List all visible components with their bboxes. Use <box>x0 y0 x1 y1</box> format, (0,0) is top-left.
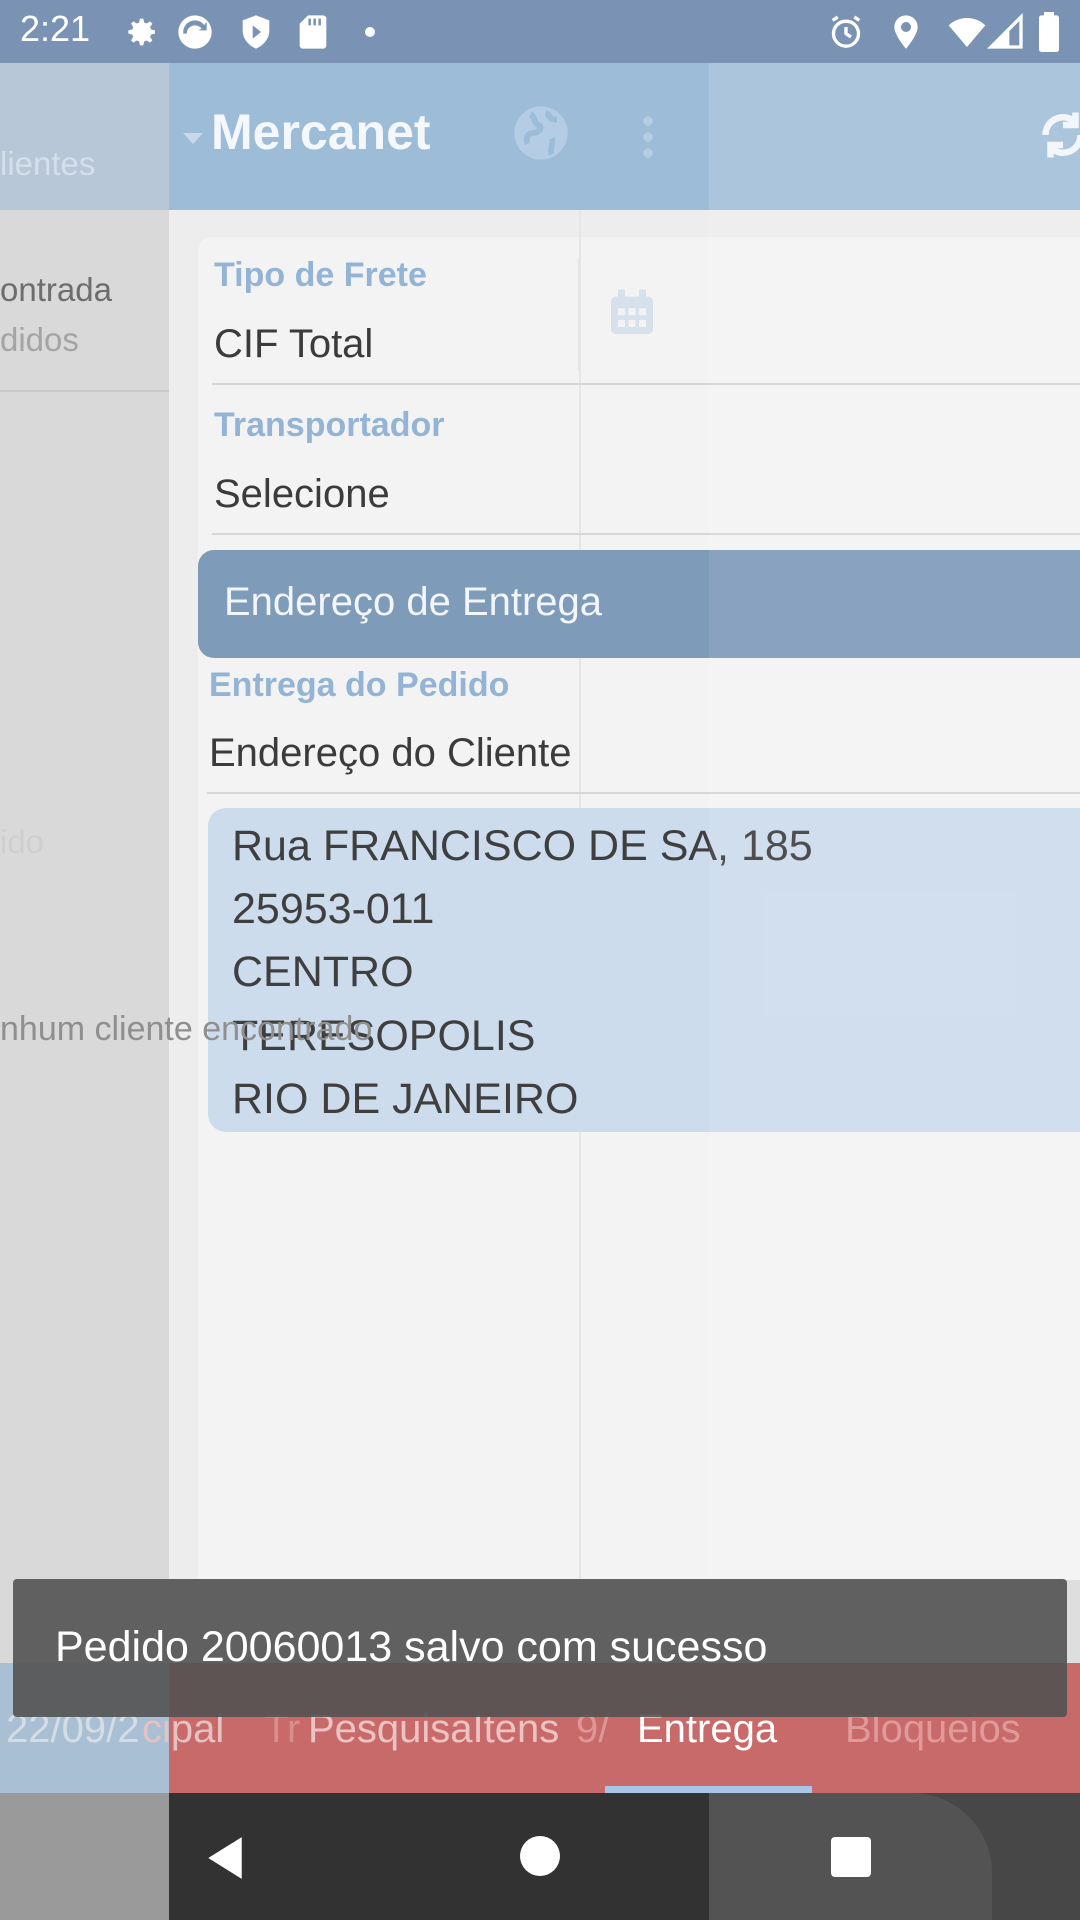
calendar-icon[interactable] <box>604 283 660 343</box>
carrier-select[interactable]: Selecione <box>214 472 390 517</box>
battery-icon <box>1036 12 1062 53</box>
freight-type-value[interactable]: CIF Total <box>214 322 373 367</box>
alarm-icon <box>826 12 866 52</box>
dropdown-arrow-icon[interactable] <box>183 133 203 144</box>
recents-icon[interactable] <box>831 1837 871 1877</box>
drawer-line-2: didos <box>0 321 79 358</box>
field-separator <box>578 258 580 370</box>
freight-type-label: Tipo de Frete <box>214 256 427 294</box>
wifi-icon <box>944 12 990 52</box>
sd-card-icon <box>293 12 333 52</box>
dot-icon <box>355 12 385 52</box>
overlay-panel <box>709 63 1080 1663</box>
background-drawer: lientes ontrada didos ido <box>0 63 169 1793</box>
drawer-line-1: ontrada <box>0 271 112 308</box>
app-title: Mercanet <box>211 104 431 160</box>
active-tab-indicator <box>605 1786 812 1793</box>
signal-icon <box>986 12 1026 52</box>
drawer-faded-text: ido <box>0 823 45 860</box>
address-state: RIO DE JANEIRO <box>232 1075 579 1123</box>
address-district: CENTRO <box>232 948 414 996</box>
toast-message: Pedido 20060013 salvo com sucesso <box>13 1579 1067 1717</box>
navbar-left-dimmed <box>0 1793 169 1920</box>
drawer-header-text: lientes <box>0 145 96 182</box>
shield-icon <box>236 12 276 52</box>
delivery-label: Entrega do Pedido <box>209 666 510 704</box>
more-vert-icon[interactable] <box>641 113 655 161</box>
delivery-select[interactable]: Endereço do Cliente <box>209 731 571 776</box>
status-time: 2:21 <box>20 8 91 49</box>
system-nav-bar <box>0 1793 1080 1920</box>
home-icon[interactable] <box>520 1836 560 1876</box>
drawer-empty-text: nhum cliente encontrado <box>0 1010 373 1048</box>
globe-icon[interactable] <box>509 101 573 165</box>
settings-icon <box>120 12 160 52</box>
status-bar: 2:21 <box>0 0 1080 63</box>
drawer-divider <box>0 390 169 392</box>
back-icon[interactable] <box>204 1835 246 1881</box>
address-zip: 25953-011 <box>232 885 435 933</box>
carrier-label: Transportador <box>214 406 445 444</box>
drawer-header: lientes <box>0 63 169 210</box>
sync-app-icon <box>175 12 215 52</box>
delivery-address-section-title: Endereço de Entrega <box>224 580 603 624</box>
location-icon <box>886 12 926 52</box>
toast-text: Pedido 20060013 salvo com sucesso <box>55 1623 768 1671</box>
